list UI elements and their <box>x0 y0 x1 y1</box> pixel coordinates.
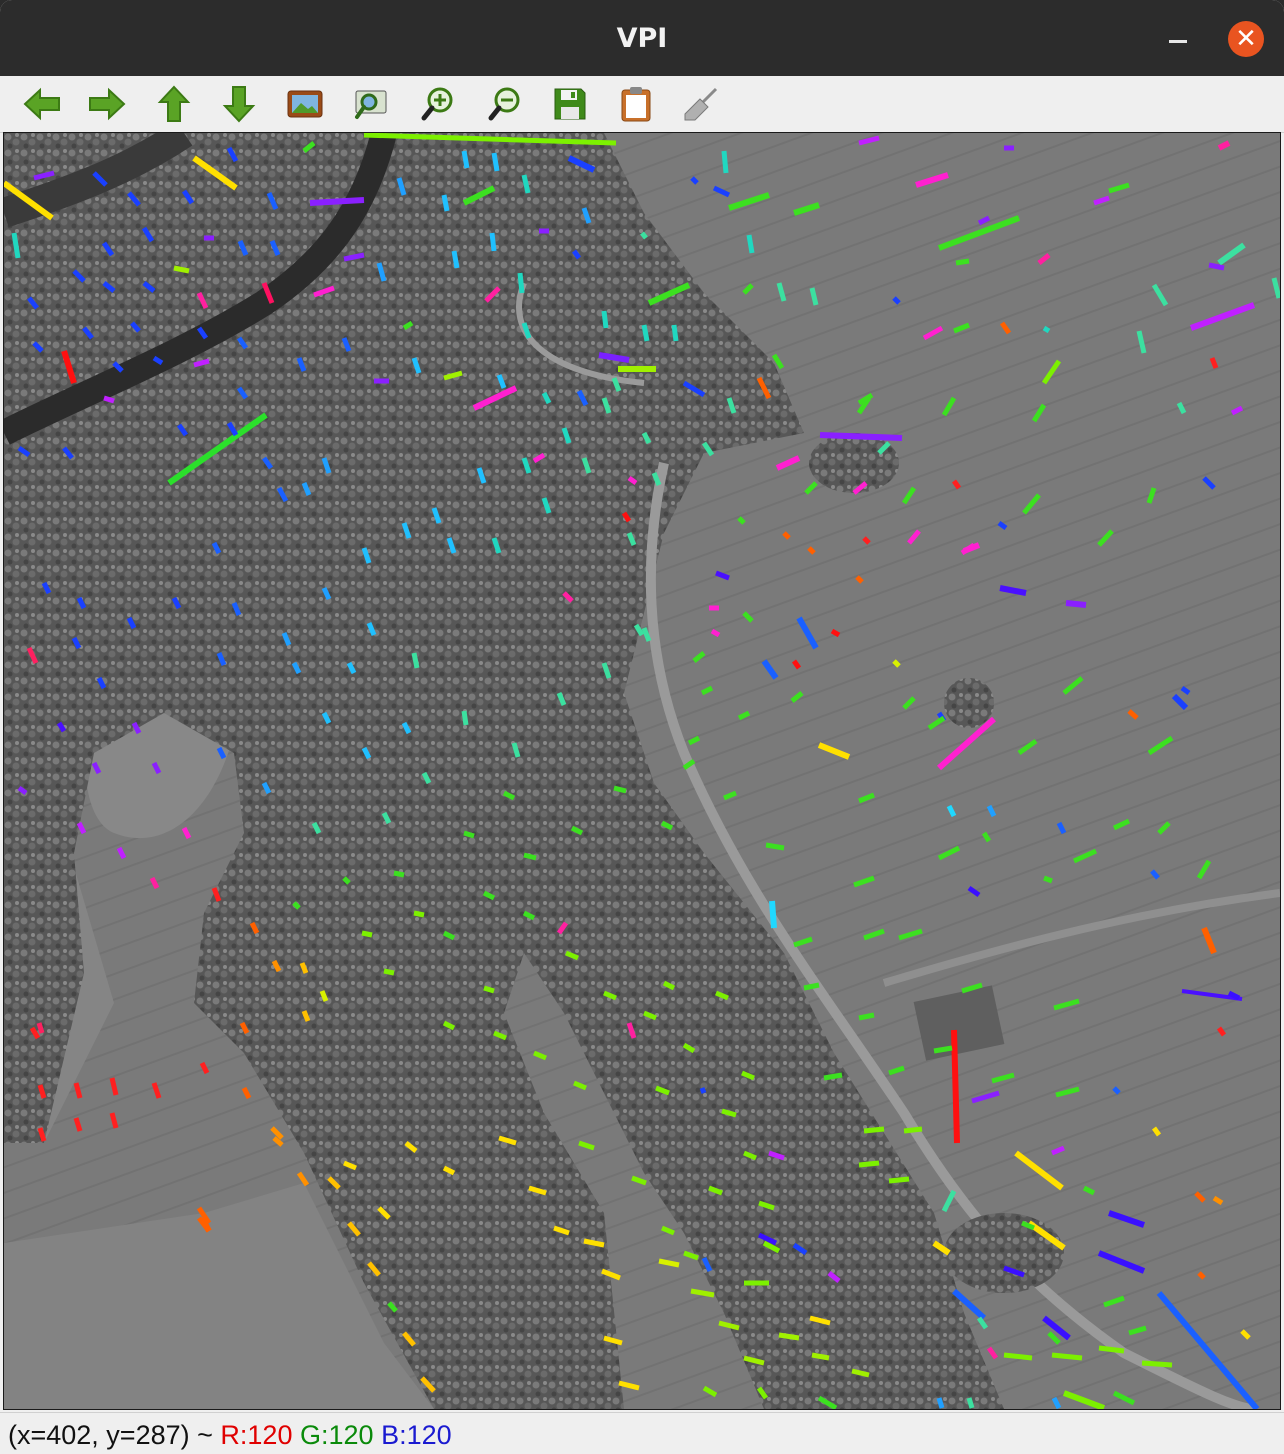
clipboard-icon <box>621 87 651 122</box>
broom-icon <box>684 87 718 121</box>
arrow-left-icon <box>23 87 60 121</box>
save-button[interactable] <box>550 84 590 124</box>
image-canvas[interactable] <box>3 132 1281 1410</box>
zoom-out-icon <box>488 87 520 121</box>
forward-button[interactable] <box>87 84 127 124</box>
up-button[interactable] <box>154 84 194 124</box>
minimize-icon <box>1169 40 1187 43</box>
close-button[interactable]: ✕ <box>1228 21 1264 57</box>
zoom-fit-button[interactable] <box>351 84 391 124</box>
floppy-disk-icon <box>554 88 586 120</box>
clipboard-button[interactable] <box>616 84 656 124</box>
status-pixel-info: (x=402, y=287) ~ R:120 G:120 B:120 <box>8 1413 452 1454</box>
status-coords: (x=402, y=287) ~ <box>8 1420 213 1450</box>
status-red-value: R:120 <box>220 1420 293 1450</box>
arrow-down-icon <box>222 86 256 123</box>
window-title: VPI <box>616 23 668 54</box>
zoom-in-icon <box>421 87 453 121</box>
clear-button[interactable] <box>681 84 721 124</box>
status-green-value: G:120 <box>299 1420 374 1450</box>
zoom-in-button[interactable] <box>418 84 458 124</box>
status-blue-value: B:120 <box>381 1420 452 1450</box>
app-window: VPI ✕ (x=402, y=287) ~ R:120 G:120 B:120 <box>0 0 1284 1454</box>
zoom-picture-icon <box>355 90 387 119</box>
back-button[interactable] <box>22 84 62 124</box>
down-button[interactable] <box>219 84 259 124</box>
arrow-right-icon <box>89 87 126 121</box>
image-button[interactable] <box>285 84 325 124</box>
title-bar[interactable]: VPI ✕ <box>0 0 1284 76</box>
minimize-button[interactable] <box>1166 26 1192 52</box>
toolbar <box>0 76 1284 133</box>
picture-icon <box>287 90 323 118</box>
arrow-up-icon <box>157 85 191 122</box>
status-bar: (x=402, y=287) ~ R:120 G:120 B:120 <box>0 1412 1284 1454</box>
zoom-out-button[interactable] <box>485 84 525 124</box>
close-icon: ✕ <box>1235 24 1257 54</box>
aerial-image-with-vectors <box>4 133 1280 1409</box>
